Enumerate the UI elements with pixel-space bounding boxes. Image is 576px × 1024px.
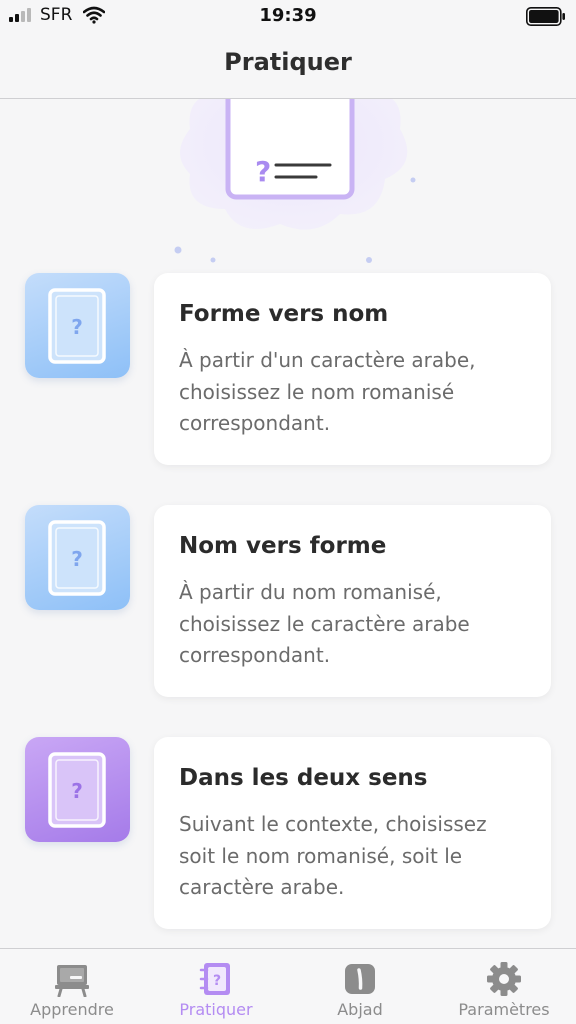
tab-parametres[interactable]: Paramètres xyxy=(432,949,576,1024)
practice-mode-shape-to-name[interactable]: ? Forme vers nom À partir d'un caractère… xyxy=(0,273,576,465)
svg-text:?: ? xyxy=(71,315,83,339)
svg-text:?: ? xyxy=(71,779,83,803)
practice-mode-name-to-shape[interactable]: ? Nom vers forme À partir du nom romanis… xyxy=(0,505,576,697)
tab-label: Apprendre xyxy=(30,1000,114,1019)
mode-title: Dans les deux sens xyxy=(179,765,428,791)
tab-abjad[interactable]: Abjad xyxy=(288,949,432,1024)
svg-text:?: ? xyxy=(255,155,271,188)
alif-letter-icon xyxy=(345,964,375,994)
mode-tile[interactable]: ? xyxy=(25,505,130,610)
svg-text:?: ? xyxy=(71,547,83,571)
mode-description: Suivant le contexte, choisissez soit le … xyxy=(179,812,487,899)
practice-screen: SFR 19:39 Pratiquer ? ? Forme vers nom À… xyxy=(0,0,576,1024)
clock: 19:39 xyxy=(259,5,317,26)
svg-text:?: ? xyxy=(213,973,221,989)
status-bar: SFR 19:39 xyxy=(0,0,576,34)
notebook-question-icon: ? xyxy=(199,963,230,995)
mode-card[interactable]: Forme vers nom À partir d'un caractère a… xyxy=(154,273,551,465)
navigation-bar: Pratiquer xyxy=(0,34,576,99)
battery-icon xyxy=(526,7,565,26)
practice-content[interactable]: ? ? Forme vers nom À partir d'un caractè… xyxy=(0,99,576,948)
mode-card[interactable]: Nom vers forme À partir du nom romanisé,… xyxy=(154,505,551,697)
mode-card[interactable]: Dans les deux sens Suivant le contexte, … xyxy=(154,737,551,929)
tab-label: Abjad xyxy=(337,1000,383,1019)
practice-illustration: ? xyxy=(174,99,416,263)
mode-title: Forme vers nom xyxy=(179,301,389,327)
tab-label: Paramètres xyxy=(458,1000,550,1019)
question-card-icon: ? xyxy=(48,288,106,364)
gear-icon xyxy=(487,962,521,996)
tab-label: Pratiquer xyxy=(179,1000,253,1019)
mode-description: À partir du nom romanisé, choisissez le … xyxy=(179,580,470,667)
mode-tile[interactable]: ? xyxy=(25,273,130,378)
mode-description: À partir d'un caractère arabe, choisisse… xyxy=(179,348,476,435)
question-card-icon: ? xyxy=(48,520,106,596)
tab-pratiquer[interactable]: ? Pratiquer xyxy=(144,949,288,1024)
page-title: Pratiquer xyxy=(224,48,352,76)
question-card-icon: ? xyxy=(48,752,106,828)
easel-icon xyxy=(55,965,89,997)
mode-title: Nom vers forme xyxy=(179,533,387,559)
mode-tile[interactable]: ? xyxy=(25,737,130,842)
practice-mode-both-ways[interactable]: ? Dans les deux sens Suivant le contexte… xyxy=(0,737,576,929)
tab-apprendre[interactable]: Apprendre xyxy=(0,949,144,1024)
tab-bar: Apprendre ? Pratiquer Abjad Paramètres xyxy=(0,948,576,1024)
